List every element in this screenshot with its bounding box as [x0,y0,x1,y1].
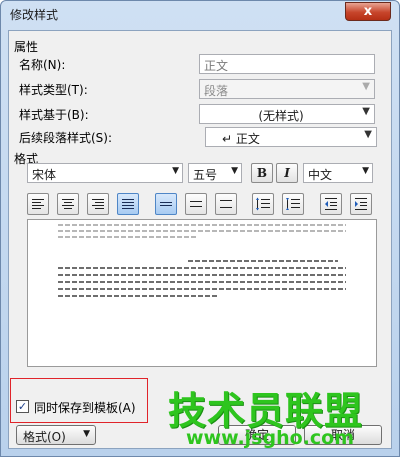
save-to-template-checkbox[interactable]: ✓ [16,400,29,413]
based-on-value: (无样式) [258,109,304,123]
align-left-icon [32,199,44,209]
align-center-button[interactable] [57,193,79,215]
chevron-down-icon: ▼ [362,106,370,117]
bold-button[interactable]: B [251,163,273,183]
spacing-increase-icon [256,197,270,211]
based-on-select[interactable]: (无样式) ▼ [199,104,375,124]
indent-decrease-button[interactable] [320,193,342,215]
spacing-decrease-icon [286,198,300,210]
justify-button[interactable] [117,193,139,215]
font-size-select[interactable]: 五号 ▼ [188,163,242,183]
name-input[interactable]: 正文 [199,54,375,74]
italic-button[interactable]: I [276,163,298,183]
line-spacing-double-icon [220,200,232,208]
preview-sample-line [58,288,346,290]
preview-previous-paragraph [58,224,346,226]
following-style-value: ↵ 正文 [222,132,260,146]
align-right-button[interactable] [87,193,109,215]
chevron-down-icon: ▼ [172,166,179,176]
language-select[interactable]: 中文 ▼ [303,163,373,183]
style-type-value: 段落 [204,84,229,98]
line-spacing-double-button[interactable] [215,193,237,215]
indent-increase-icon [355,198,367,210]
close-button[interactable]: x [345,2,391,21]
format-menu-button[interactable]: 格式(O) ▼ [16,425,96,445]
preview-sample-line [188,260,338,262]
font-value: 宋体 [32,168,57,182]
save-to-template-label: 同时保存到模板(A) [34,401,136,415]
name-label: 名称(N): [19,58,66,72]
indent-increase-button[interactable] [350,193,372,215]
dialog-title: 修改样式 [10,8,59,22]
align-left-button[interactable] [27,193,49,215]
spacing-increase-button[interactable] [252,193,274,215]
preview-previous-paragraph [58,230,346,232]
preview-sample-line [58,281,346,283]
style-preview-pane [27,219,377,367]
preview-sample-line [58,267,346,269]
spacing-decrease-button[interactable] [282,193,304,215]
title-bar: 修改样式 x [1,1,399,31]
style-type-select: 段落 ▼ [199,79,375,99]
font-size-value: 五号 [193,168,218,182]
language-value: 中文 [308,168,333,182]
chevron-down-icon: ▼ [362,81,370,92]
preview-sample-line [58,274,346,276]
line-spacing-onehalf-icon [190,201,202,207]
chevron-down-icon: ▼ [364,129,372,140]
format-menu-label: 格式(O) [23,430,66,444]
properties-section-title: 属性 [14,40,39,54]
preview-sample-line [58,295,218,297]
line-spacing-single-button[interactable] [155,193,177,215]
line-spacing-onehalf-button[interactable] [185,193,207,215]
font-select[interactable]: 宋体 ▼ [27,163,183,183]
align-right-icon [92,199,104,209]
indent-decrease-icon [325,198,337,210]
chevron-down-icon: ▼ [362,166,369,176]
following-style-label: 后续段落样式(S): [19,131,113,145]
preview-previous-paragraph [58,236,198,238]
style-type-label: 样式类型(T): [19,83,88,97]
align-center-icon [62,199,74,209]
watermark-url: www.jsgho.com [186,427,354,449]
based-on-label: 样式基于(B): [19,108,89,122]
line-spacing-single-icon [160,202,172,206]
chevron-down-icon: ▼ [83,429,90,439]
chevron-down-icon: ▼ [231,166,238,176]
following-style-select[interactable]: ↵ 正文 ▼ [205,127,377,147]
justify-icon [122,199,134,209]
close-icon: x [363,4,373,19]
